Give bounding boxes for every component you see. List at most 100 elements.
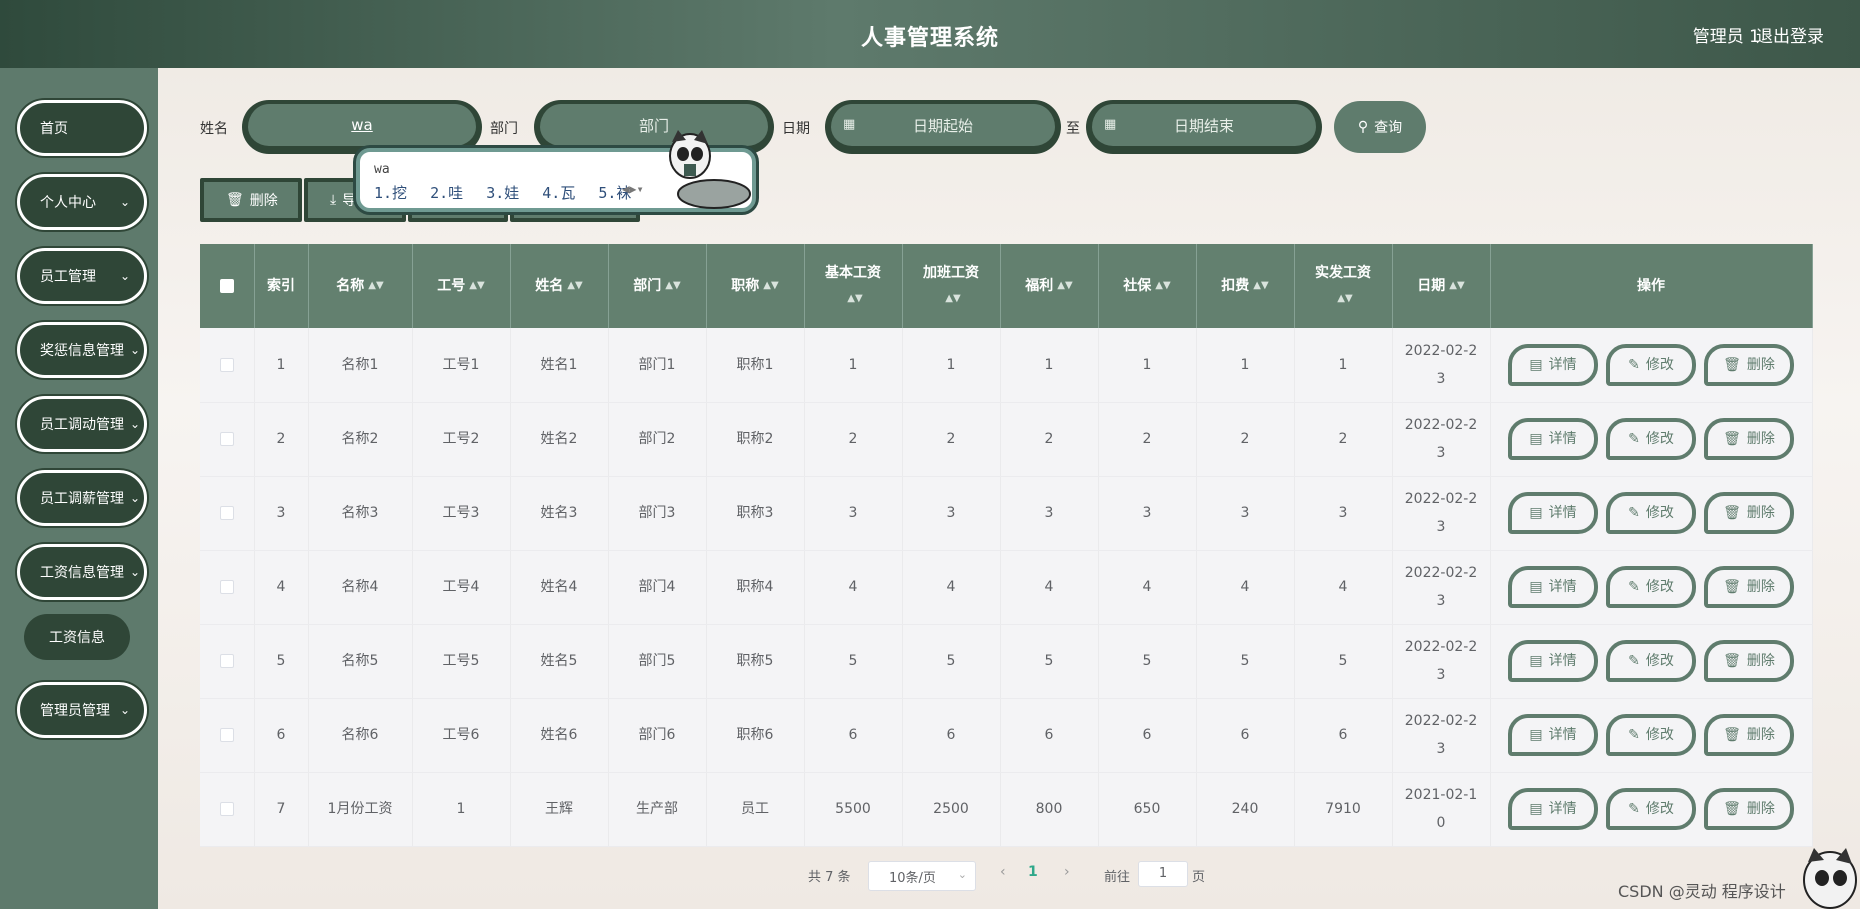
delete-button[interactable]: 🗑 删除 — [1704, 714, 1794, 756]
delete-button[interactable]: 🗑 删除 — [1704, 788, 1794, 830]
column-header[interactable]: 日期 ▲▼ — [1392, 244, 1491, 328]
sidebar-item-profile[interactable]: 个人中心 ⌄ — [17, 174, 147, 230]
sort-icon[interactable]: ▲▼ — [1449, 273, 1464, 299]
table-cell: 部门5 — [608, 624, 707, 699]
detail-button[interactable]: ▤ 详情 — [1508, 418, 1598, 460]
column-header[interactable]: 加班工资 ▲▼ — [902, 244, 1001, 328]
edit-button[interactable]: ✎ 修改 — [1606, 640, 1696, 682]
sort-icon[interactable]: ▲▼ — [665, 273, 680, 299]
edit-button[interactable]: ✎ 修改 — [1606, 714, 1696, 756]
detail-button[interactable]: ▤ 详情 — [1508, 714, 1598, 756]
date-start-placeholder: 日期起始 — [912, 116, 973, 135]
column-header[interactable]: 名称 ▲▼ — [308, 244, 413, 328]
table-cell: 3 — [1098, 476, 1197, 551]
page-size-select[interactable]: 10条/页 ⌄ — [868, 861, 976, 891]
edit-button[interactable]: ✎ 修改 — [1606, 492, 1696, 534]
table-row: 2 名称2 工号2 姓名2 部门2 职称2 2 2 2 2 2 2 2022-02-23 ▤ 详情 ✎ 修改 🗑 删… — [200, 402, 1813, 477]
ime-candidate[interactable]: 1.挖 — [374, 184, 407, 202]
table-row: 3 名称3 工号3 姓名3 部门3 职称3 3 3 3 3 3 3 2022-02-23 ▤ 详情 ✎ 修改 🗑 删… — [200, 476, 1813, 551]
column-header[interactable]: 福利 ▲▼ — [1000, 244, 1099, 328]
row-actions: ▤ 详情 ✎ 修改 🗑 删除 — [1490, 624, 1813, 699]
column-header[interactable]: 工号 ▲▼ — [412, 244, 511, 328]
name-input[interactable]: wa — [242, 100, 482, 154]
delete-button[interactable]: 🗑 删除 — [1704, 343, 1794, 386]
document-icon: ▤ — [1529, 356, 1543, 373]
sidebar-item-home[interactable]: 首页 — [17, 100, 147, 156]
sort-icon[interactable]: ▲▼ — [847, 286, 862, 312]
ime-candidate[interactable]: 2.哇 — [430, 184, 463, 202]
search-button[interactable]: ⚲ 查询 — [1334, 101, 1426, 153]
detail-button[interactable]: ▤ 详情 — [1508, 492, 1598, 534]
table-cell: 6 — [254, 698, 309, 773]
table-cell: 1 — [804, 328, 903, 403]
sidebar-item-salary-adjust[interactable]: 员工调薪管理 ⌄ — [17, 470, 147, 526]
sort-icon[interactable]: ▲▼ — [469, 273, 484, 299]
table-cell: 部门1 — [608, 328, 707, 403]
table-cell: 2022-02-23 — [1392, 624, 1491, 699]
edit-button[interactable]: ✎ 修改 — [1606, 343, 1696, 386]
sort-icon[interactable]: ▲▼ — [368, 273, 383, 299]
sidebar-item-transfers[interactable]: 员工调动管理 ⌄ — [17, 396, 147, 452]
ime-page-arrows-icon[interactable]: ◀▶▾ — [622, 182, 644, 196]
table-cell: 1 — [1294, 328, 1393, 403]
sort-icon[interactable]: ▲▼ — [1057, 273, 1072, 299]
sort-icon[interactable]: ▲▼ — [763, 273, 778, 299]
sidebar-item-rewards[interactable]: 奖惩信息管理 ⌄ — [17, 322, 147, 378]
sidebar-subitem-salary[interactable]: 工资信息 — [24, 614, 130, 660]
search-icon: ⚲ — [1357, 119, 1369, 135]
row-checkbox[interactable] — [200, 624, 255, 699]
edit-button[interactable]: ✎ 修改 — [1606, 788, 1696, 830]
ime-candidate[interactable]: 4.瓦 — [542, 184, 575, 202]
row-actions: ▤ 详情 ✎ 修改 🗑 删除 — [1490, 476, 1813, 551]
select-all-checkbox[interactable] — [200, 244, 255, 328]
sort-icon[interactable]: ▲▼ — [1337, 286, 1352, 312]
column-header[interactable]: 基本工资 ▲▼ — [804, 244, 903, 328]
column-header[interactable]: 职称 ▲▼ — [706, 244, 805, 328]
delete-button[interactable]: 🗑 删除 — [1704, 640, 1794, 682]
row-actions: ▤ 详情 ✎ 修改 🗑 删除 — [1490, 698, 1813, 773]
sort-icon[interactable]: ▲▼ — [567, 273, 582, 299]
detail-button[interactable]: ▤ 详情 — [1508, 566, 1598, 608]
detail-button[interactable]: ▤ 详情 — [1508, 343, 1598, 386]
date-to-label: 至 — [1066, 121, 1080, 137]
current-page[interactable]: 1 — [1028, 864, 1038, 880]
goto-page-input[interactable]: 1 — [1138, 861, 1188, 887]
row-checkbox[interactable] — [200, 328, 255, 403]
column-header[interactable]: 姓名 ▲▼ — [510, 244, 609, 328]
sidebar-item-employees[interactable]: 员工管理 ⌄ — [17, 248, 147, 304]
column-header[interactable]: 社保 ▲▼ — [1098, 244, 1197, 328]
sidebar-item-admins[interactable]: 管理员管理 ⌄ — [17, 682, 147, 738]
next-page-button[interactable]: › — [1064, 864, 1070, 880]
row-checkbox[interactable] — [200, 772, 255, 847]
detail-button[interactable]: ▤ 详情 — [1508, 640, 1598, 682]
sort-icon[interactable]: ▲▼ — [1155, 273, 1170, 299]
pencil-icon: ✎ — [1628, 727, 1640, 743]
row-checkbox[interactable] — [200, 402, 255, 477]
detail-button[interactable]: ▤ 详情 — [1508, 788, 1598, 830]
table-cell: 1 — [412, 772, 511, 847]
delete-button[interactable]: 🗑 删除 — [1704, 418, 1794, 460]
column-header[interactable]: 扣费 ▲▼ — [1196, 244, 1295, 328]
sort-icon[interactable]: ▲▼ — [1253, 273, 1268, 299]
delete-button[interactable]: 🗑 删除 — [1704, 566, 1794, 608]
column-header[interactable]: 实发工资 ▲▼ — [1294, 244, 1393, 328]
table-row: 7 1月份工资 1 王辉 生产部 员工 5500 2500 800 650 240 7910 2021-… — [200, 772, 1813, 847]
date-end-input[interactable]: ▦ 日期结束 — [1086, 100, 1322, 154]
sort-icon[interactable]: ▲▼ — [945, 286, 960, 312]
document-icon: ▤ — [1529, 505, 1543, 521]
table-cell: 1 — [1196, 328, 1295, 403]
delete-button[interactable]: 🗑 删除 — [1704, 492, 1794, 534]
date-start-input[interactable]: ▦ 日期起始 — [825, 100, 1061, 154]
edit-button[interactable]: ✎ 修改 — [1606, 566, 1696, 608]
ime-candidate[interactable]: 3.娃 — [486, 184, 519, 202]
table-cell: 3 — [804, 476, 903, 551]
bulk-delete-button[interactable]: 🗑 删除 — [200, 178, 302, 222]
logout-link[interactable]: 退出登录 — [1756, 22, 1824, 47]
row-checkbox[interactable] — [200, 698, 255, 773]
row-checkbox[interactable] — [200, 476, 255, 551]
edit-button[interactable]: ✎ 修改 — [1606, 418, 1696, 460]
column-header[interactable]: 部门 ▲▼ — [608, 244, 707, 328]
row-checkbox[interactable] — [200, 550, 255, 625]
prev-page-button[interactable]: ‹ — [1000, 864, 1006, 880]
sidebar-item-salary-info[interactable]: 工资信息管理 ⌄ — [17, 544, 147, 600]
